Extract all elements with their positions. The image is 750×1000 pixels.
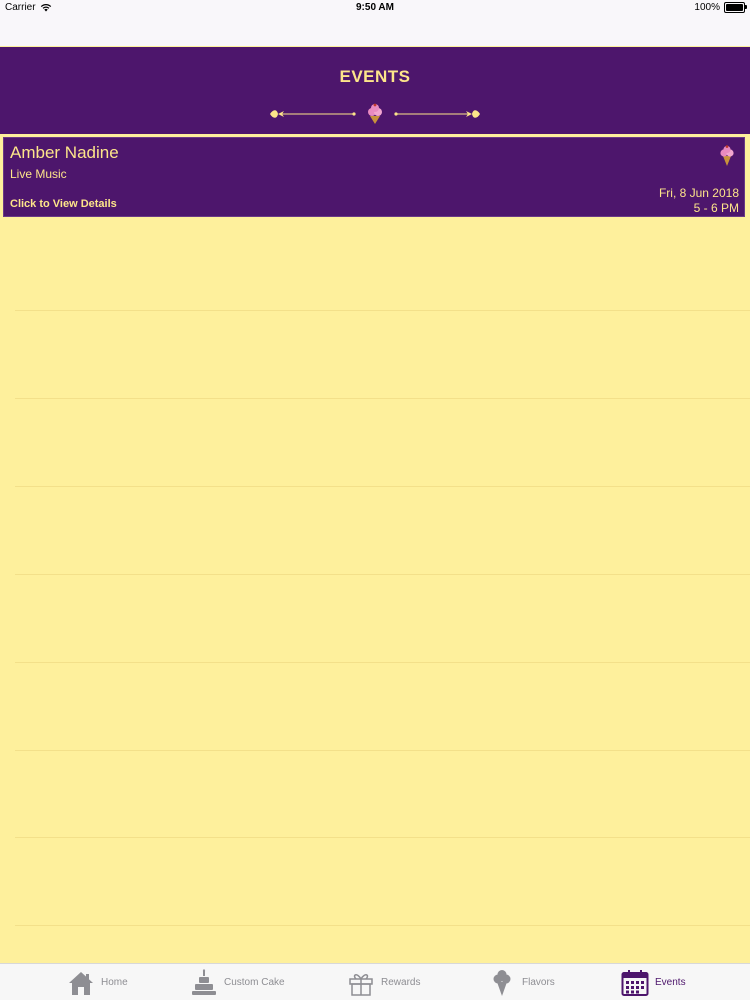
list-separator xyxy=(15,925,750,926)
events-header: EVENTS xyxy=(0,47,750,134)
cake-icon xyxy=(192,968,216,995)
tab-custom-cake[interactable]: Custom Cake xyxy=(190,964,285,1000)
home-icon xyxy=(69,971,93,995)
battery-percent: 100% xyxy=(694,2,720,13)
status-time: 9:50 AM xyxy=(356,2,394,13)
tab-label: Home xyxy=(101,977,128,988)
tab-flavors[interactable]: Flavors xyxy=(488,964,555,1000)
list-separator xyxy=(15,574,750,575)
list-separator xyxy=(15,662,750,663)
list-separator xyxy=(15,310,750,311)
gift-icon xyxy=(349,973,373,996)
tab-label: Rewards xyxy=(381,977,421,988)
view-details-link[interactable]: Click to View Details xyxy=(10,198,117,210)
event-card[interactable]: Amber Nadine Live Music Click to View De… xyxy=(3,137,745,217)
battery-icon xyxy=(724,2,747,13)
calendar-icon xyxy=(621,969,649,996)
ice-cream-icon xyxy=(720,145,734,166)
tab-home[interactable]: Home xyxy=(67,964,128,1000)
list-separator xyxy=(15,398,750,399)
tab-bar: Home Custom Cake Rewards Flavors Events xyxy=(0,963,750,1000)
ornament-divider-icon xyxy=(270,103,480,124)
tab-events[interactable]: Events xyxy=(621,964,686,1000)
page-title: EVENTS xyxy=(339,67,411,86)
event-name: Amber Nadine xyxy=(10,143,119,162)
events-screen: Carrier 9:50 AM 100% EVENTS Amber Nadine… xyxy=(0,0,750,1000)
event-time: 5 - 6 PM xyxy=(693,201,739,215)
list-separator xyxy=(15,486,750,487)
tab-rewards[interactable]: Rewards xyxy=(347,964,420,1000)
event-type: Live Music xyxy=(10,167,67,181)
tab-label: Flavors xyxy=(522,977,555,988)
status-right: 100% xyxy=(694,2,747,13)
tab-label: Custom Cake xyxy=(224,977,285,988)
list-separator xyxy=(15,750,750,751)
tab-label: Events xyxy=(655,977,686,988)
ice-cream-icon xyxy=(493,969,511,996)
event-date: Fri, 8 Jun 2018 xyxy=(658,186,739,200)
status-bar: Carrier 9:50 AM 100% xyxy=(0,0,750,46)
list-separator xyxy=(15,837,750,838)
